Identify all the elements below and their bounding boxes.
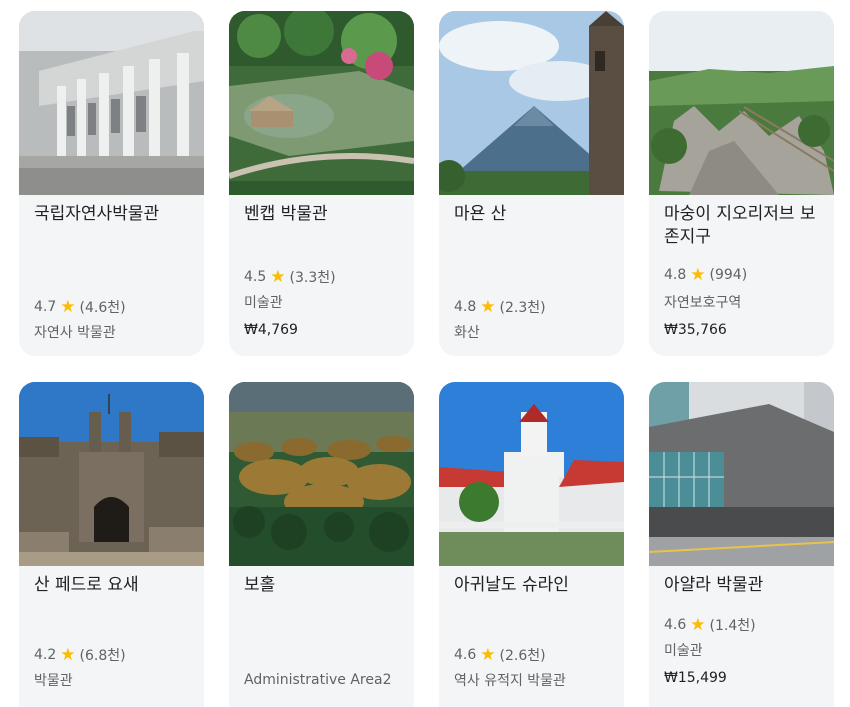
photo-fort-san-pedro (19, 382, 204, 566)
photo-masungi-georeserve (649, 11, 834, 195)
attraction-card[interactable]: 보홀 Administrative Area2 (229, 382, 414, 707)
card-price: ₩15,499 (664, 670, 727, 686)
card-title: 산 페드로 요새 (34, 575, 139, 595)
rating-value: 4.6 (664, 617, 687, 633)
star-icon: ★ (60, 645, 76, 665)
review-count: (6.8천) (79, 648, 126, 664)
attraction-card[interactable]: 마욘 산 4.8 ★ (2.3천) 화산 (439, 11, 624, 356)
review-count: (1.4천) (709, 618, 756, 634)
star-icon: ★ (270, 267, 286, 287)
card-rating: 4.5 ★ (3.3천) (244, 267, 336, 287)
card-title: 아귀날도 슈라인 (454, 575, 569, 595)
card-rating: 4.7 ★ (4.6천) (34, 297, 126, 317)
star-icon: ★ (690, 615, 706, 635)
rating-value: 4.8 (664, 267, 687, 283)
review-count: (994) (709, 267, 748, 283)
rating-value: 4.2 (34, 647, 57, 663)
card-title: 마숭이 지오리저브 보존지구 (664, 204, 816, 247)
card-title: 보홀 (244, 575, 276, 595)
card-rating: 4.6 ★ (1.4천) (664, 615, 756, 635)
attraction-card[interactable]: 벤캡 박물관 4.5 ★ (3.3천) 미술관 ₩4,769 (229, 11, 414, 356)
card-category: 화산 (454, 325, 480, 341)
attraction-card[interactable]: 아귀날도 슈라인 4.6 ★ (2.6천) 역사 유적지 박물관 (439, 382, 624, 707)
card-title: 국립자연사박물관 (34, 204, 160, 224)
star-icon: ★ (60, 297, 76, 317)
rating-value: 4.7 (34, 299, 57, 315)
star-icon: ★ (480, 645, 496, 665)
review-count: (3.3천) (289, 270, 336, 286)
card-category: 자연사 박물관 (34, 325, 116, 341)
review-count: (2.3천) (499, 300, 546, 316)
photo-mayon-volcano (439, 11, 624, 195)
photo-chocolate-hills (229, 382, 414, 566)
card-rating: 4.2 ★ (6.8천) (34, 645, 126, 665)
card-title: 아얄라 박물관 (664, 575, 764, 595)
photo-bencab-museum (229, 11, 414, 195)
card-rating: 4.6 ★ (2.6천) (454, 645, 546, 665)
photo-aguinaldo-shrine (439, 382, 624, 566)
rating-value: 4.8 (454, 299, 477, 315)
star-icon: ★ (690, 265, 706, 285)
review-count: (2.6천) (499, 648, 546, 664)
card-category: Administrative Area2 (244, 672, 392, 688)
card-title: 마욘 산 (454, 204, 507, 224)
attraction-card[interactable]: 아얄라 박물관 4.6 ★ (1.4천) 미술관 ₩15,499 (649, 382, 834, 707)
star-icon: ★ (480, 297, 496, 317)
card-category: 미술관 (244, 295, 283, 311)
attraction-card[interactable]: 마숭이 지오리저브 보존지구 4.8 ★ (994) 자연보호구역 ₩35,76… (649, 11, 834, 356)
card-category: 미술관 (664, 643, 703, 659)
card-rating: 4.8 ★ (2.3천) (454, 297, 546, 317)
rating-value: 4.5 (244, 269, 267, 285)
card-category: 역사 유적지 박물관 (454, 673, 566, 689)
card-category: 자연보호구역 (664, 295, 742, 311)
card-category: 박물관 (34, 673, 73, 689)
photo-national-museum (19, 11, 204, 195)
review-count: (4.6천) (79, 300, 126, 316)
attraction-card[interactable]: 산 페드로 요새 4.2 ★ (6.8천) 박물관 (19, 382, 204, 707)
photo-ayala-museum (649, 382, 834, 566)
rating-value: 4.6 (454, 647, 477, 663)
attractions-grid: 국립자연사박물관 4.7 ★ (4.6천) 자연사 박물관 벤캡 박물관 4.5… (0, 0, 850, 707)
card-title: 벤캡 박물관 (244, 204, 328, 224)
attraction-card[interactable]: 국립자연사박물관 4.7 ★ (4.6천) 자연사 박물관 (19, 11, 204, 356)
card-rating: 4.8 ★ (994) (664, 265, 748, 285)
card-price: ₩4,769 (244, 322, 298, 338)
card-price: ₩35,766 (664, 322, 727, 338)
